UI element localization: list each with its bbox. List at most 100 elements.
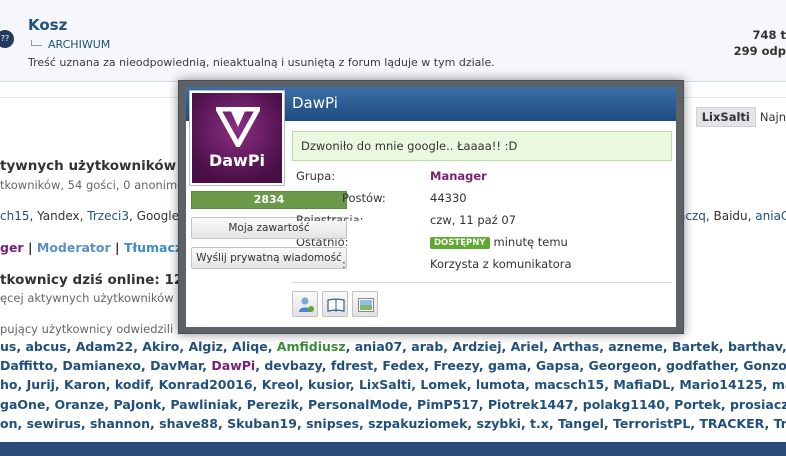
visited-user[interactable]: Pawliniak [170,397,237,412]
online-user[interactable]: ch15 [0,209,29,223]
visited-user[interactable]: us [0,339,16,354]
group-legend-items: ger | Moderator | Tłumacz | U [0,240,206,255]
visited-user[interactable]: szybki [477,416,521,431]
visited-user[interactable]: PersonalMode [308,397,408,412]
user-chip[interactable]: LixSalti [695,107,756,127]
visited-user[interactable]: ho [0,377,18,392]
online-users-left: ch15, Yandex, Trzeci3, Google [0,209,179,223]
visited-user[interactable]: Amfidiusz [277,339,346,354]
visited-user[interactable]: LixSalti [359,377,411,392]
visited-user[interactable]: Arthas [553,339,600,354]
visited-user[interactable]: Ariel [511,339,544,354]
subforum-corner-icon [31,40,42,46]
visited-user[interactable]: Tangel [558,416,604,431]
group-value[interactable]: Manager [430,169,487,183]
visited-user[interactable]: godfather [666,358,734,373]
hovercard-username[interactable]: DawPi [292,94,338,112]
visited-user[interactable]: matma4u [772,377,786,392]
forum-title[interactable]: Kosz [28,16,67,34]
visited-user[interactable]: Adam22 [76,339,133,354]
visited-user[interactable]: DavMar [150,358,202,373]
visited-user[interactable]: Ardziej [452,339,501,354]
subforum-link[interactable]: ARCHIWUM [48,38,110,51]
visited-user[interactable]: Akiro [142,339,179,354]
visited-user[interactable]: kodif [115,377,150,392]
visited-separator: , [237,396,247,412]
legend-user[interactable]: Tłumacz [124,240,182,255]
visited-user[interactable]: Jurij [27,377,55,392]
visited-user[interactable]: Georgeon [589,358,657,373]
visited-user[interactable]: Aliqe [232,339,268,354]
visited-user[interactable]: Piotrek1447 [488,397,574,412]
visited-separator: , [66,339,76,354]
status-message: Dzwoniło do mnie google.. Łaaaa!! :D [292,131,672,161]
visited-user[interactable]: Gonzo [743,358,786,373]
visited-user[interactable]: azneme [608,339,663,354]
visited-user[interactable]: Daffitto [0,358,53,373]
online-user[interactable]: Trzeci3 [87,209,129,223]
visited-user[interactable]: TrenejQ [774,416,786,431]
visited-user[interactable]: Fedex [382,358,424,373]
visited-user[interactable]: Algiz [188,339,222,354]
forum-page: ?? Kosz ARCHIWUM Treść uznana za nieodpo… [0,0,786,456]
visited-user[interactable]: Gapsa [536,358,580,373]
visited-user[interactable]: shave88 [159,416,218,431]
info-row-registered: Rejestracja: czw, 11 paź 07 [296,213,676,235]
visited-user[interactable]: TerroristPL [613,416,690,431]
add-friend-button[interactable] [292,291,318,317]
visited-user[interactable]: gama [488,358,527,373]
visited-user[interactable]: on [0,416,18,431]
visited-user[interactable]: lumota [476,377,525,392]
visited-user[interactable]: arab [411,339,443,354]
login-trailing-text: Najn [759,110,786,124]
messenger-value: Korzysta z komunikatora [430,257,572,271]
visited-user[interactable]: Karon [64,377,106,392]
visited-user[interactable]: MafiaDL [613,377,670,392]
visited-user[interactable]: Freezy [434,358,479,373]
visited-separator: , [161,396,171,412]
view-gallery-button[interactable] [352,291,378,317]
visited-user[interactable]: sewirus [27,416,81,431]
last-active-text: minutę temu [493,235,568,249]
visited-user[interactable]: barthav [728,339,782,354]
visited-user[interactable]: kusior [308,377,350,392]
visited-user[interactable]: t.x [530,416,549,431]
visited-user[interactable]: fdrest [331,358,373,373]
visited-separator: , [17,415,27,431]
visited-user[interactable]: polakg1140 [583,397,665,412]
visited-user[interactable]: szpakuziomek [368,416,467,431]
forum-topic-count: 748 t [752,28,786,42]
view-blog-button[interactable] [322,291,348,317]
visited-user[interactable]: prosiaczq [730,397,786,412]
visited-user[interactable]: Perezik [247,397,299,412]
online-user[interactable]: aniaC [755,209,786,223]
legend-user[interactable]: ger [0,240,24,255]
visited-user[interactable]: Lomek [420,377,466,392]
visited-user[interactable]: TRACKER [699,416,764,431]
visited-user[interactable]: ania07 [355,339,402,354]
visited-user[interactable]: Portek [674,397,721,412]
visited-user[interactable]: Mario14125 [679,377,762,392]
hovercard-body: DawPi DawPi 2834 Moja zawartość Wyślij p… [186,87,676,327]
visited-separator: , [782,339,786,354]
visited-user[interactable]: Bartek [672,339,719,354]
visited-user[interactable]: Konrad20016 [159,377,253,392]
visited-user[interactable]: devbazy [264,358,321,373]
visited-user[interactable]: gaOne [0,397,45,412]
visited-user[interactable]: Skuban19 [227,416,297,431]
visited-user[interactable]: Oranze [55,397,105,412]
visited-user[interactable]: DawPi [211,358,255,373]
visited-user[interactable]: macsch15 [534,377,604,392]
legend-user[interactable]: Moderator [37,240,111,255]
avatar[interactable]: DawPi [190,91,284,185]
visited-users-line: on, sewirus, shannon, shave88, Skuban19,… [0,414,786,433]
visited-user[interactable]: abcus [25,339,66,354]
visited-user[interactable]: Kreol [262,377,299,392]
visited-user[interactable]: shannon [90,416,150,431]
visited-separator: , [501,339,511,354]
visited-separator: , [222,339,233,354]
visited-user[interactable]: PimP517 [417,397,479,412]
visited-user[interactable]: snipses [306,416,359,431]
visited-user[interactable]: PaJonk [114,397,162,412]
visited-user[interactable]: Damianexo [62,358,141,373]
